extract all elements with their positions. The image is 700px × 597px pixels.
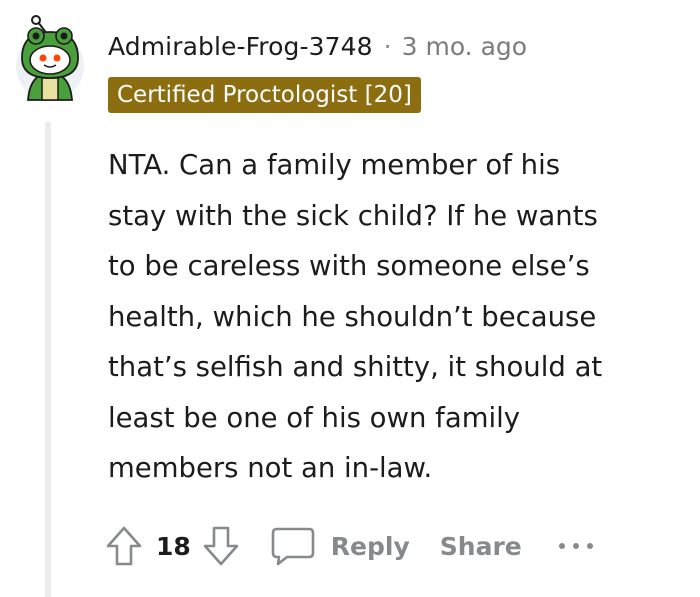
snoo-frog-avatar-icon: [16, 15, 84, 101]
comment-body-line: that’s selfish and shitty, it should at: [108, 351, 603, 383]
thread-line[interactable]: [45, 122, 51, 597]
username-link[interactable]: Admirable-Frog-3748: [108, 32, 373, 61]
reply-icon-button[interactable]: [269, 524, 317, 568]
comment-body-line: stay with the sick child? If he wants: [108, 199, 598, 232]
comment-meta: Admirable-Frog-3748 · 3 mo. ago: [108, 28, 527, 64]
upvote-arrow-icon: [106, 526, 142, 566]
downvote-button[interactable]: [201, 524, 241, 568]
comment-body-line: least be one of his own family: [108, 401, 521, 434]
share-button[interactable]: Share: [440, 532, 522, 561]
comment-body: NTA. Can a family member of his stay wit…: [108, 140, 678, 494]
meta-separator: ·: [383, 31, 392, 61]
vote-count: 18: [156, 531, 191, 561]
comment-body-line: NTA. Can a family member of his: [108, 149, 561, 181]
more-options-button[interactable]: [556, 536, 596, 556]
downvote-arrow-icon: [203, 526, 239, 566]
user-avatar[interactable]: [14, 14, 86, 104]
timestamp[interactable]: 3 mo. ago: [402, 32, 527, 61]
comment-body-line: to be careless with someone else’s: [108, 250, 590, 282]
comment-bubble-icon: [271, 527, 315, 566]
reply-button[interactable]: Reply: [331, 532, 410, 561]
comment-action-bar: 18 Reply Share: [104, 522, 596, 570]
comment-body-line: health, which he shouldn’t because: [108, 300, 597, 333]
more-options-icon: [558, 543, 593, 549]
comment-body-line: members not an in-law.: [108, 452, 433, 484]
upvote-button[interactable]: [104, 524, 144, 568]
user-flair: Certified Proctologist [20]: [108, 77, 421, 113]
